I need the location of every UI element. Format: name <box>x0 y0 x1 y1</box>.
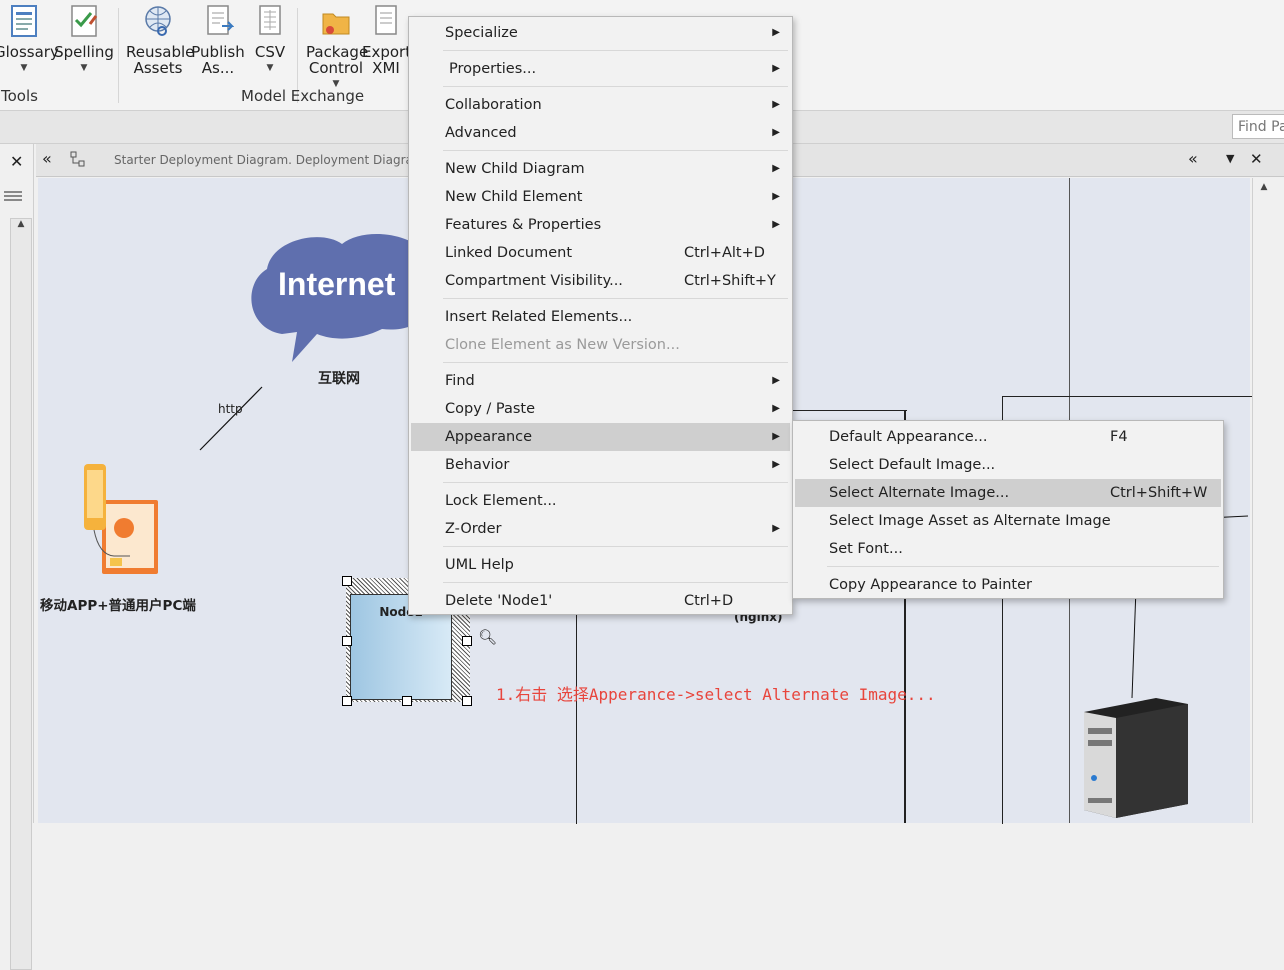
menu-item-insert-related[interactable]: Insert Related Elements... <box>411 303 790 331</box>
submenu-arrow-icon: ▶ <box>772 459 780 470</box>
submenu-arrow-icon: ▶ <box>772 375 780 386</box>
glossary-button[interactable]: Glossary ▼ <box>0 4 59 74</box>
collapse-left-icon[interactable]: « <box>42 149 52 168</box>
menu-item-z-order[interactable]: Z-Order ▶ <box>411 515 790 543</box>
annotation-text: 1.右击 选择Apperance->select Alternate Image… <box>496 685 936 704</box>
menu-separator <box>443 362 788 363</box>
appearance-submenu: Default Appearance... F4 Select Default I… <box>792 420 1224 599</box>
chevron-down-icon: ▼ <box>80 63 88 73</box>
scrollbar[interactable]: ▲ <box>10 218 32 970</box>
menu-item-behavior[interactable]: Behavior ▶ <box>411 451 790 479</box>
close-icon[interactable]: ✕ <box>10 152 23 171</box>
package-control-icon <box>320 4 352 38</box>
menu-icon[interactable] <box>2 190 24 202</box>
export-xmi-button[interactable]: Export XMI <box>362 4 411 76</box>
resize-handle[interactable] <box>342 576 352 586</box>
menu-item-specialize[interactable]: Specialize ▶ <box>411 19 790 47</box>
glossary-icon <box>8 4 40 38</box>
menu-item-appearance[interactable]: Appearance ▶ <box>411 423 790 451</box>
menu-separator <box>443 546 788 547</box>
mobile-pc-icon[interactable] <box>82 462 162 574</box>
menu-item-uml-help[interactable]: UML Help <box>411 551 790 579</box>
chevron-down-icon: ▼ <box>20 63 28 73</box>
package-control-button[interactable]: Package Control ▼ <box>306 4 368 90</box>
resize-handle[interactable] <box>402 696 412 706</box>
reusable-assets-button[interactable]: Reusable Assets <box>126 4 194 76</box>
group-label-model-exchange: Model Exchange <box>241 87 365 105</box>
context-menu: Specialize ▶ Properties... ▶ Collaboration… <box>408 16 793 615</box>
menu-item-clone-element: Clone Element as New Version... <box>445 337 680 353</box>
zoom-icon[interactable]: 🔍︎ <box>478 628 497 646</box>
http-label: http <box>218 402 243 416</box>
mobile-caption: 移动APP+普通用户PC端 <box>40 598 196 614</box>
menu-item-delete[interactable]: Delete 'Node1' Ctrl+D <box>411 587 790 615</box>
submenu-arrow-icon: ▶ <box>772 127 780 138</box>
submenu-arrow-icon: ▶ <box>772 63 780 74</box>
tree-icon[interactable] <box>70 151 86 167</box>
submenu-arrow-icon: ▶ <box>772 27 780 38</box>
submenu-arrow-icon: ▶ <box>772 219 780 230</box>
spelling-button[interactable]: Spelling ▼ <box>54 4 114 74</box>
menu-item-new-child-diagram[interactable]: New Child Diagram ▶ <box>411 155 790 183</box>
submenu-arrow-icon: ▶ <box>772 523 780 534</box>
menu-separator <box>443 86 788 87</box>
internet-caption: 互联网 <box>318 371 360 387</box>
resize-handle[interactable] <box>462 636 472 646</box>
menu-separator <box>443 50 788 51</box>
submenu-arrow-icon: ▶ <box>772 403 780 414</box>
internet-label: Internet <box>278 266 396 302</box>
publish-as-button[interactable]: Publish As... <box>188 4 248 76</box>
menu-separator <box>443 482 788 483</box>
submenu-arrow-icon: ▶ <box>772 99 780 110</box>
ribbon-divider <box>118 8 119 103</box>
menu-item-compartment-visibility[interactable]: Compartment Visibility... Ctrl+Shift+Y <box>411 267 790 295</box>
chevron-down-icon: ▼ <box>266 63 274 73</box>
collapse-right-icon[interactable]: « <box>1188 149 1198 168</box>
group-label-tools: Tools <box>1 87 38 105</box>
publish-icon <box>202 4 235 38</box>
menu-item-collaboration[interactable]: Collaboration ▶ <box>411 91 790 119</box>
diagram-tab-title[interactable]: Starter Deployment Diagram. Deployment D… <box>114 153 425 167</box>
submenu-item-select-image-asset[interactable]: Select Image Asset as Alternate Image <box>795 507 1221 535</box>
export-xmi-icon <box>370 4 402 38</box>
menu-item-features-properties[interactable]: Features & Properties ▶ <box>411 211 790 239</box>
dropdown-arrow-icon[interactable]: ▼ <box>1226 152 1234 165</box>
chevron-up-icon[interactable]: ▲ <box>1253 182 1275 192</box>
menu-separator <box>827 566 1219 567</box>
menu-separator <box>443 150 788 151</box>
menu-item-new-child-element[interactable]: New Child Element ▶ <box>411 183 790 211</box>
close-icon[interactable]: ✕ <box>1250 150 1263 168</box>
find-input[interactable]: Find Pa <box>1232 114 1284 139</box>
resize-handle[interactable] <box>342 696 352 706</box>
menu-separator <box>443 582 788 583</box>
chevron-up-icon[interactable]: ▲ <box>11 219 31 229</box>
http-connector[interactable] <box>198 384 268 454</box>
submenu-item-set-font[interactable]: Set Font... <box>795 535 1221 563</box>
resize-handle[interactable] <box>462 696 472 706</box>
resize-handle[interactable] <box>342 636 352 646</box>
browser-panel: ✕ ▲ <box>0 144 34 970</box>
server-icon[interactable] <box>1076 694 1188 824</box>
menu-item-linked-document[interactable]: Linked Document Ctrl+Alt+D <box>411 239 790 267</box>
menu-item-properties[interactable]: Properties... ▶ <box>411 55 790 83</box>
submenu-item-select-alternate-image[interactable]: Select Alternate Image... Ctrl+Shift+W <box>795 479 1221 507</box>
reusable-assets-icon <box>142 4 174 38</box>
submenu-item-copy-appearance[interactable]: Copy Appearance to Painter <box>795 571 1221 599</box>
menu-item-find[interactable]: Find ▶ <box>411 367 790 395</box>
submenu-arrow-icon: ▶ <box>772 163 780 174</box>
menu-separator <box>443 298 788 299</box>
menu-item-lock-element[interactable]: Lock Element... <box>411 487 790 515</box>
spelling-icon <box>68 4 100 38</box>
csv-button[interactable]: CSV ▼ <box>240 4 300 74</box>
menu-item-copy-paste[interactable]: Copy / Paste ▶ <box>411 395 790 423</box>
menu-item-advanced[interactable]: Advanced ▶ <box>411 119 790 147</box>
vertical-scrollbar[interactable]: ▲ <box>1252 178 1275 823</box>
submenu-arrow-icon: ▶ <box>772 191 780 202</box>
csv-icon <box>254 4 286 38</box>
submenu-arrow-icon: ▶ <box>772 431 780 442</box>
submenu-item-select-default-image[interactable]: Select Default Image... <box>795 451 1221 479</box>
submenu-item-default-appearance[interactable]: Default Appearance... F4 <box>795 423 1221 451</box>
